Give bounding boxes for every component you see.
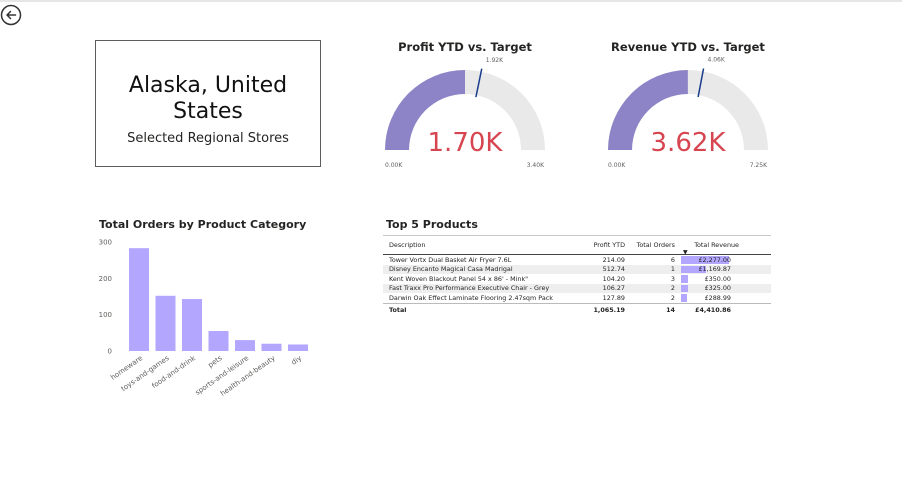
revenue-gauge[interactable]: Revenue YTD vs. Target 4.06K 3.62K 0.00K…	[603, 40, 773, 180]
x-tick-label: diy	[290, 354, 303, 367]
cell-revenue: £325.00	[681, 284, 739, 294]
bar-health-and-beauty[interactable]	[261, 343, 282, 351]
cell-description: Disney Encanto Magical Casa Madrigal	[389, 265, 513, 274]
gauge-title: Revenue YTD vs. Target	[611, 40, 765, 54]
total-orders: 14	[666, 305, 675, 314]
total-revenue-value: £4,410.86	[695, 305, 731, 314]
cell-revenue: £2,277.00	[681, 255, 739, 265]
cell-profit: 106.27	[602, 284, 625, 293]
bar-chart-title: Total Orders by Product Category	[99, 218, 307, 231]
cell-revenue-value: £325.00	[704, 284, 731, 293]
revenue-databar	[681, 284, 688, 292]
gauge-target-label: 4.06K	[707, 57, 725, 64]
cell-orders: 1	[670, 265, 675, 274]
gauge-title: Profit YTD vs. Target	[398, 40, 532, 54]
bar-diy[interactable]	[288, 344, 308, 351]
revenue-databar	[681, 275, 689, 283]
cell-revenue: £350.00	[681, 274, 739, 284]
orders-bar-chart[interactable]: 0100200300homewaretoys-and-gamesfood-and…	[85, 232, 325, 397]
table-header: Description Profit YTD Total Orders Tota…	[383, 236, 771, 256]
cell-profit: 104.20	[602, 274, 625, 283]
header-profit[interactable]: Profit YTD	[579, 241, 625, 249]
table-row[interactable]: Fast Traxx Pro Performance Executive Cha…	[383, 283, 771, 294]
top-products-title: Top 5 Products	[386, 218, 478, 231]
location-subtitle: Selected Regional Stores	[127, 131, 289, 146]
gauge-max-label: 7.25K	[750, 162, 768, 169]
cell-profit: 214.09	[602, 255, 625, 264]
cell-orders: 6	[670, 255, 675, 264]
cell-revenue-value: £2,277.00	[698, 255, 731, 264]
gauge-min-label: 0.00K	[608, 162, 626, 169]
table-row[interactable]: Disney Encanto Magical Casa Madrigal 512.…	[383, 264, 771, 275]
cell-revenue-value: £350.00	[704, 274, 731, 283]
bar-food-and-drink[interactable]	[182, 299, 202, 351]
cell-description: Fast Traxx Pro Performance Executive Cha…	[389, 284, 550, 293]
gauge-svg: 4.06K 3.62K 0.00K 7.25K	[608, 57, 768, 169]
y-tick-label: 0	[108, 348, 112, 356]
gauge-value: 3.62K	[651, 128, 727, 158]
top-divider	[0, 0, 902, 2]
location-card: Alaska, United States Selected Regional …	[95, 40, 321, 167]
y-tick-label: 200	[99, 275, 112, 283]
table-row[interactable]: Kent Woven Blackout Panel 54 x 86' - Min…	[383, 274, 771, 284]
cell-revenue-value: £288.99	[704, 293, 731, 302]
cell-description: Darwin Oak Effect Laminate Flooring 2.47…	[389, 293, 553, 302]
bar-toys-and-games[interactable]	[155, 295, 176, 351]
cell-revenue: £288.99	[681, 293, 739, 303]
cell-profit: 512.74	[602, 265, 625, 274]
cell-orders: 2	[670, 284, 675, 293]
total-label: Total	[389, 305, 407, 314]
bar-sports-and-leisure[interactable]	[235, 340, 255, 351]
gauge-target-label: 1.92K	[486, 57, 504, 64]
header-orders[interactable]: Total Orders	[625, 241, 675, 249]
bar-pets[interactable]	[208, 331, 229, 351]
header-revenue-label: Total Revenue	[694, 241, 739, 249]
cell-revenue-value: £1,169.87	[698, 265, 731, 274]
table-total-row: Total 1,065.19 14 £4,410.86	[383, 302, 771, 316]
y-tick-label: 300	[99, 239, 112, 247]
location-title: Alaska, United States	[128, 73, 288, 124]
cell-profit: 127.89	[602, 293, 625, 302]
total-profit: 1,065.19	[593, 305, 625, 314]
bar-homeware[interactable]	[129, 248, 149, 351]
gauge-value: 1.70K	[428, 128, 504, 158]
header-description[interactable]: Description	[383, 241, 579, 249]
cell-orders: 3	[670, 274, 675, 283]
cell-revenue: £1,169.87	[681, 265, 739, 275]
gauge-svg: 1.92K 1.70K 0.00K 3.40K	[385, 57, 545, 169]
table-row[interactable]: Tower Vortx Dual Basket Air Fryer 7.6L 21…	[383, 255, 771, 265]
x-tick-label: pets	[207, 354, 224, 369]
profit-gauge[interactable]: Profit YTD vs. Target 1.92K 1.70K 0.00K …	[380, 40, 550, 180]
table-row[interactable]: Darwin Oak Effect Laminate Flooring 2.47…	[383, 293, 771, 303]
cell-orders: 2	[670, 293, 675, 302]
gauge-min-label: 0.00K	[385, 162, 403, 169]
revenue-databar	[681, 294, 688, 302]
cell-description: Tower Vortx Dual Basket Air Fryer 7.6L	[389, 255, 512, 264]
y-tick-label: 100	[99, 311, 112, 319]
header-revenue[interactable]: Total Revenue ▼	[681, 236, 739, 256]
top-products-table[interactable]: Description Profit YTD Total Orders Tota…	[383, 235, 771, 316]
back-arrow-circle-icon[interactable]	[0, 4, 22, 26]
gauge-max-label: 3.40K	[527, 162, 545, 169]
total-revenue: £4,410.86	[681, 304, 739, 316]
cell-description: Kent Woven Blackout Panel 54 x 86' - Min…	[389, 274, 529, 283]
